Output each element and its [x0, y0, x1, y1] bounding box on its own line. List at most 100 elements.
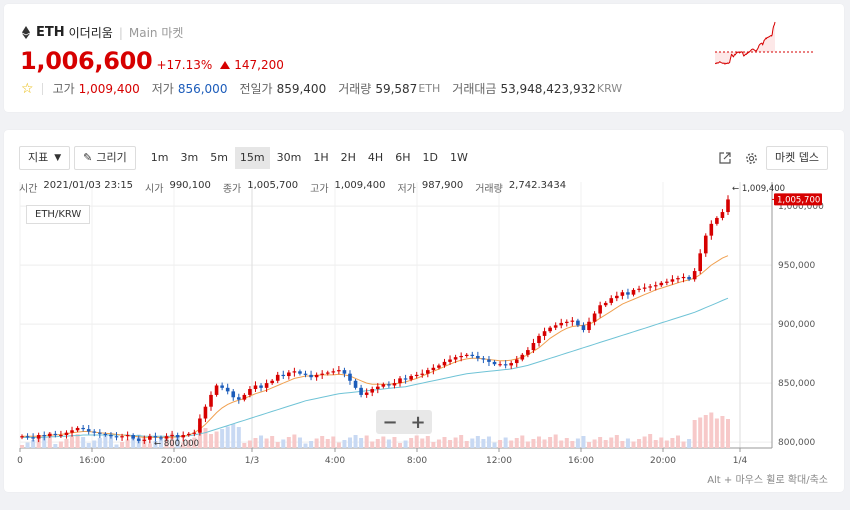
- zoom-hint: Alt + 마우스 휠로 확대/축소: [707, 475, 828, 486]
- low-label: 저가: [151, 82, 174, 96]
- change-percent: +17.13%: [156, 58, 213, 72]
- candle-body: [431, 367, 436, 371]
- y-tick-label: 900,000: [778, 320, 815, 330]
- candle-body: [198, 418, 202, 433]
- candle-body: [442, 361, 447, 366]
- settings-gear-icon[interactable]: [740, 147, 762, 169]
- x-tick-label: 16:00: [568, 456, 594, 466]
- volume-bar: [714, 418, 719, 448]
- trade-amount-label: 거래대금: [452, 82, 497, 96]
- volume-bar: [53, 444, 58, 448]
- volume-bar: [453, 437, 458, 448]
- timeframe-5m[interactable]: 5m: [205, 147, 233, 169]
- candle-body: [626, 292, 630, 295]
- x-tick-label: 1/3: [245, 456, 259, 466]
- ma-slow-line: [22, 297, 729, 438]
- info-high-label: 고가: [310, 184, 329, 195]
- y-tick-label: 950,000: [778, 261, 815, 271]
- candle-body: [114, 436, 119, 438]
- timeframe-1m[interactable]: 1m: [146, 147, 174, 169]
- candle-body: [392, 383, 397, 386]
- draw-button[interactable]: ✎ 그리기: [74, 146, 136, 170]
- candle-body: [331, 371, 336, 373]
- candle-body: [448, 359, 452, 362]
- volume-bar: [359, 438, 364, 448]
- candle-body: [209, 394, 213, 407]
- candle-body: [437, 365, 441, 368]
- zoom-out-button[interactable]: −: [376, 410, 404, 434]
- candle-body: [86, 429, 91, 432]
- chart-right-tools: 마켓 뎁스: [714, 146, 828, 170]
- volume-bar: [703, 415, 708, 448]
- candle-body: [570, 320, 575, 322]
- timeframe-6h[interactable]: 6H: [390, 147, 415, 169]
- candle-body: [98, 432, 102, 434]
- candle-body: [359, 387, 363, 395]
- candle-body: [253, 385, 258, 390]
- volume-bar: [681, 441, 686, 448]
- volume-bar: [97, 438, 102, 448]
- candle-body: [131, 435, 135, 439]
- candle-body: [25, 436, 30, 438]
- timeframe-list: 1m 3m 5m 15m 30m 1H 2H 4H 6H 1D 1W: [146, 147, 475, 169]
- volume-bar: [625, 438, 630, 448]
- info-volume-value: 2,742.3434: [508, 180, 567, 191]
- candle-body: [170, 435, 174, 437]
- candle-body: [542, 331, 547, 336]
- zoom-in-button[interactable]: +: [404, 410, 432, 434]
- candle-body: [92, 431, 97, 433]
- timeframe-30m[interactable]: 30m: [272, 147, 307, 169]
- candle-body: [564, 321, 569, 323]
- high-value: 1,009,400: [78, 81, 140, 96]
- timeframe-4h[interactable]: 4H: [363, 147, 388, 169]
- volume-bar: [381, 436, 386, 448]
- candle-body: [703, 235, 708, 254]
- x-tick-label: 4:00: [325, 456, 345, 466]
- volume-bar: [336, 442, 341, 448]
- timeframe-1w[interactable]: 1W: [445, 147, 473, 169]
- ticker-title-row: ETH 이더리움 | Main 마켓: [21, 24, 183, 41]
- volume-bar: [281, 439, 286, 448]
- timeframe-1d[interactable]: 1D: [417, 147, 442, 169]
- favorite-star-icon[interactable]: ☆: [21, 81, 34, 97]
- volume-bar: [64, 439, 69, 448]
- candle-body: [681, 276, 686, 279]
- pair-label: ETH/KRW: [26, 205, 91, 224]
- y-tick-label: 800,000: [778, 438, 815, 448]
- volume-bar: [698, 417, 703, 448]
- up-triangle-icon: [220, 61, 231, 69]
- candle-body: [537, 335, 541, 344]
- info-time-value: 2021/01/03 23:15: [43, 180, 134, 191]
- volume-bar: [331, 436, 336, 448]
- volume-bar: [720, 416, 725, 448]
- candle-body: [648, 286, 652, 288]
- candle-body: [109, 435, 113, 437]
- prev-close-label: 전일가: [239, 82, 273, 96]
- low-marker-label: ← 800,000: [154, 439, 199, 449]
- timeframe-1h[interactable]: 1H: [308, 147, 333, 169]
- timeframe-15m[interactable]: 15m: [234, 147, 270, 169]
- volume-bar: [70, 436, 75, 448]
- volume-bar: [309, 441, 314, 448]
- timeframe-2h[interactable]: 2H: [336, 147, 361, 169]
- candle-body: [275, 374, 280, 381]
- volume-bar: [498, 440, 503, 448]
- volume-bar: [375, 439, 380, 448]
- indicator-button[interactable]: 지표 ▼: [19, 146, 71, 170]
- volume-bar: [592, 439, 597, 448]
- ma-fast-line: [22, 255, 729, 438]
- volume-bar: [386, 439, 391, 448]
- volume-bar: [514, 438, 519, 448]
- candle-body: [487, 359, 491, 362]
- volume-value: 59,587: [375, 81, 418, 96]
- volume-bar: [436, 439, 441, 448]
- popout-icon[interactable]: [714, 147, 736, 169]
- candle-body: [587, 321, 591, 331]
- candle-body: [181, 435, 186, 438]
- volume-bar: [726, 419, 730, 448]
- market-depth-button[interactable]: 마켓 뎁스: [766, 146, 828, 170]
- timeframe-3m[interactable]: 3m: [175, 147, 203, 169]
- volume-bar: [548, 437, 553, 448]
- volume-bar: [275, 442, 280, 448]
- candle-body: [609, 298, 614, 303]
